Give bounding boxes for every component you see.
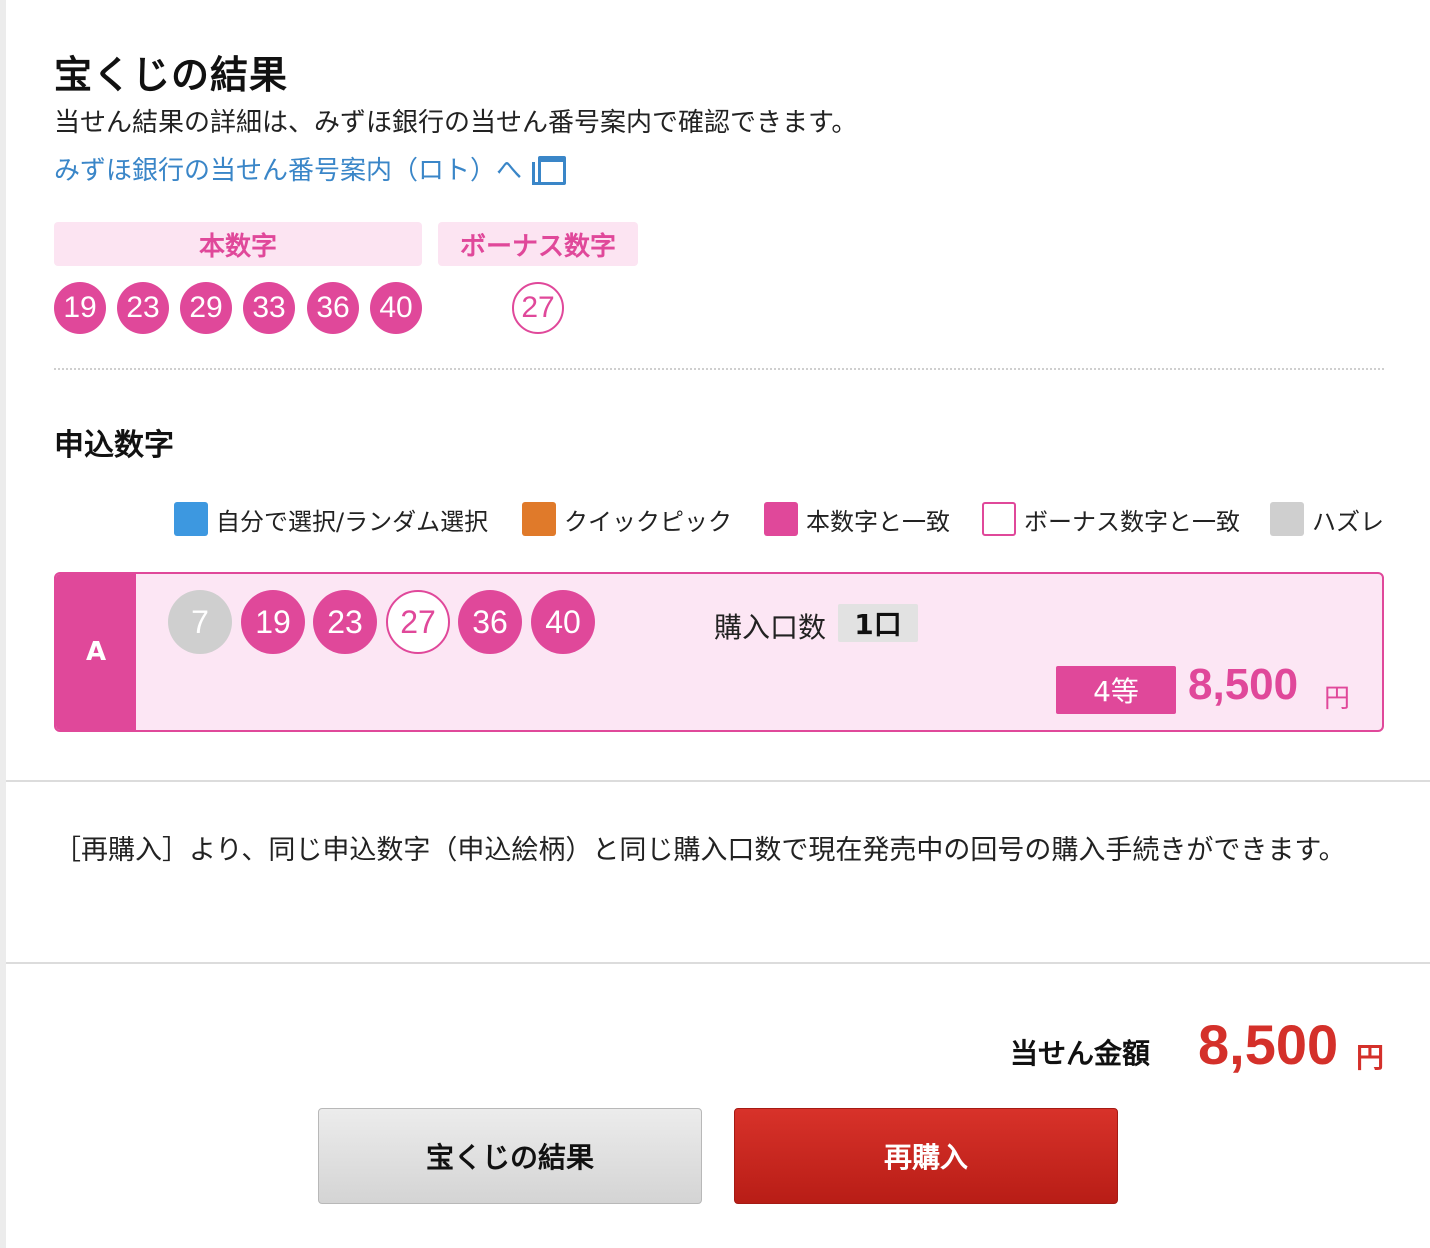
entry-row-a: A 7 19 23 27 36 40 購入口数 1口 4等 8,500 円	[54, 572, 1384, 732]
page-title: 宝くじの結果	[54, 53, 289, 97]
legend-self-select: 自分で選択/ランダム選択	[174, 502, 488, 536]
entry-number-main-match: 23	[313, 590, 377, 654]
section-divider	[6, 780, 1430, 782]
legend-label: 自分で選択/ランダム選択	[216, 507, 489, 536]
mizuho-results-link-label: みずほ銀行の当せん番号案内（ロト）へ	[54, 156, 523, 186]
legend-swatch	[1270, 502, 1304, 536]
legend-miss: ハズレ	[1270, 502, 1384, 536]
legend-swatch	[522, 502, 556, 536]
entry-letter: A	[56, 574, 136, 730]
bonus-number-label: ボーナス数字	[438, 222, 638, 266]
section-divider	[6, 962, 1430, 964]
purchase-units-value: 1口	[838, 604, 918, 642]
legend-label: クイックピック	[564, 507, 732, 536]
prize-currency: 円	[1324, 684, 1351, 714]
winning-main-number: 29	[180, 282, 232, 334]
entry-number-miss: 7	[168, 590, 232, 654]
total-winnings-currency: 円	[1356, 1041, 1385, 1074]
winning-main-number: 23	[117, 282, 169, 334]
legend-swatch	[982, 502, 1016, 536]
main-numbers-label: 本数字	[54, 222, 422, 266]
prize-grade-badge: 4等	[1056, 666, 1176, 714]
winning-bonus-number: 27	[512, 282, 564, 334]
mizuho-results-link[interactable]: みずほ銀行の当せん番号案内（ロト）へ	[54, 150, 567, 187]
results-page: 宝くじの結果 当せん結果の詳細は、みずほ銀行の当せん番号案内で確認できます。 み…	[0, 0, 1430, 1248]
lottery-results-button[interactable]: 宝くじの結果	[318, 1108, 702, 1204]
external-window-icon	[532, 155, 567, 185]
winning-main-number: 19	[54, 282, 106, 334]
legend-label: 本数字と一致	[806, 507, 950, 536]
legend-label: ハズレ	[1312, 507, 1384, 536]
entry-number-main-match: 19	[241, 590, 305, 654]
legend-swatch	[764, 502, 798, 536]
winning-main-number: 33	[243, 282, 295, 334]
prize-amount: 8,500	[1188, 660, 1299, 709]
repurchase-button[interactable]: 再購入	[734, 1108, 1118, 1204]
legend-swatch	[174, 502, 208, 536]
entry-number-bonus-match: 27	[386, 590, 450, 654]
section-divider	[54, 368, 1384, 370]
winning-main-number: 40	[370, 282, 422, 334]
winning-main-number: 36	[307, 282, 359, 334]
entries-title: 申込数字	[54, 428, 174, 463]
entry-number-main-match: 40	[531, 590, 595, 654]
entry-number-main-match: 36	[458, 590, 522, 654]
total-winnings-label: 当せん金額	[1010, 1037, 1151, 1070]
purchase-units-label: 購入口数	[714, 611, 827, 644]
repurchase-note: ［再購入］より、同じ申込数字（申込絵柄）と同じ購入口数で現在発売中の回号の購入手…	[54, 835, 1346, 866]
page-description: 当せん結果の詳細は、みずほ銀行の当せん番号案内で確認できます。	[54, 108, 858, 138]
legend-bonus-match: ボーナス数字と一致	[982, 502, 1240, 536]
legend-quick-pick: クイックピック	[522, 502, 732, 536]
legend-label: ボーナス数字と一致	[1024, 507, 1240, 536]
total-winnings-amount: 8,500	[1198, 1013, 1339, 1076]
legend-main-match: 本数字と一致	[764, 502, 950, 536]
